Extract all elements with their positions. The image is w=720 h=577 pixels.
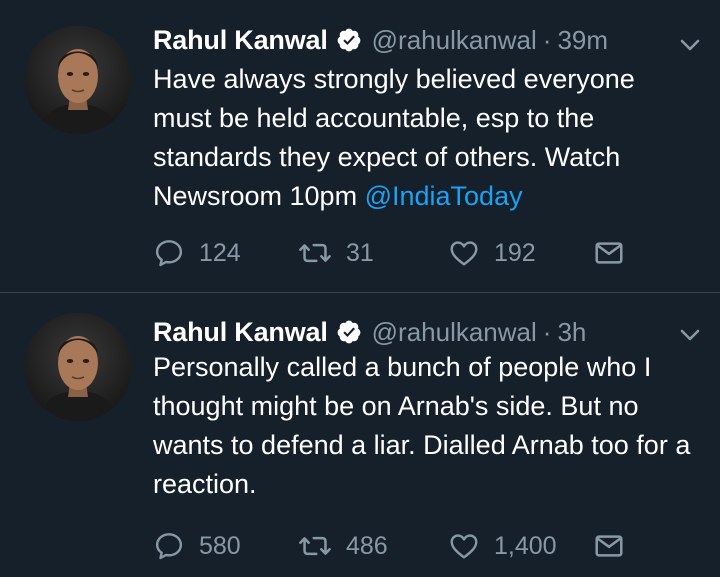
retweet-icon: [299, 243, 331, 263]
verified-badge-icon: [336, 27, 362, 53]
avatar[interactable]: [24, 26, 132, 134]
tweet-time[interactable]: 3h: [557, 317, 586, 348]
tweet-text-content: Personally called a bunch of people who …: [153, 352, 691, 499]
retweet-icon: [299, 536, 331, 556]
author-handle[interactable]: @rahulkanwal: [372, 25, 537, 56]
like-button[interactable]: 192: [448, 236, 536, 270]
retweet-count: 31: [346, 238, 374, 267]
author-handle[interactable]: @rahulkanwal: [372, 317, 537, 348]
heart-icon: [450, 241, 478, 266]
reply-icon: [155, 533, 183, 560]
tweet-text: Have always strongly believed everyone m…: [153, 60, 696, 216]
tweet-actions: 124 31 192: [153, 236, 633, 270]
chevron-down-icon[interactable]: [678, 323, 702, 347]
reply-count: 580: [199, 531, 241, 560]
tweet-actions: 580 486 1,400: [153, 529, 633, 563]
retweet-button[interactable]: 31: [298, 236, 374, 270]
tweet-header: Rahul Kanwal @rahulkanwal · 39m: [153, 23, 700, 57]
avatar[interactable]: [24, 313, 132, 421]
retweet-count: 486: [346, 531, 388, 560]
retweet-button[interactable]: 486: [298, 529, 388, 563]
direct-message-button[interactable]: [593, 529, 625, 563]
tweet-text: Personally called a bunch of people who …: [153, 348, 696, 504]
tweet-timeline: Rahul Kanwal @rahulkanwal · 39m Have alw…: [0, 0, 720, 577]
tweet-time[interactable]: 39m: [557, 25, 608, 56]
tweet[interactable]: Rahul Kanwal @rahulkanwal · 39m Have alw…: [0, 0, 720, 292]
verified-badge-icon: [336, 319, 362, 345]
time-separator: ·: [542, 316, 552, 347]
like-button[interactable]: 1,400: [448, 529, 557, 563]
reply-button[interactable]: 580: [153, 529, 241, 563]
mention-link[interactable]: @IndiaToday: [365, 181, 523, 211]
direct-message-button[interactable]: [593, 236, 625, 270]
like-count: 192: [494, 238, 536, 267]
author-name[interactable]: Rahul Kanwal: [153, 25, 328, 56]
reply-icon: [155, 240, 183, 267]
reply-button[interactable]: 124: [153, 236, 241, 270]
author-name[interactable]: Rahul Kanwal: [153, 317, 328, 348]
tweet-header: Rahul Kanwal @rahulkanwal · 3h: [153, 315, 700, 349]
tweet[interactable]: Rahul Kanwal @rahulkanwal · 3h Personall…: [0, 293, 720, 577]
time-separator: ·: [542, 24, 552, 55]
envelope-icon: [595, 535, 623, 557]
heart-icon: [450, 534, 478, 559]
like-count: 1,400: [494, 531, 557, 560]
reply-count: 124: [199, 238, 241, 267]
chevron-down-icon[interactable]: [678, 33, 702, 57]
envelope-icon: [595, 242, 623, 264]
